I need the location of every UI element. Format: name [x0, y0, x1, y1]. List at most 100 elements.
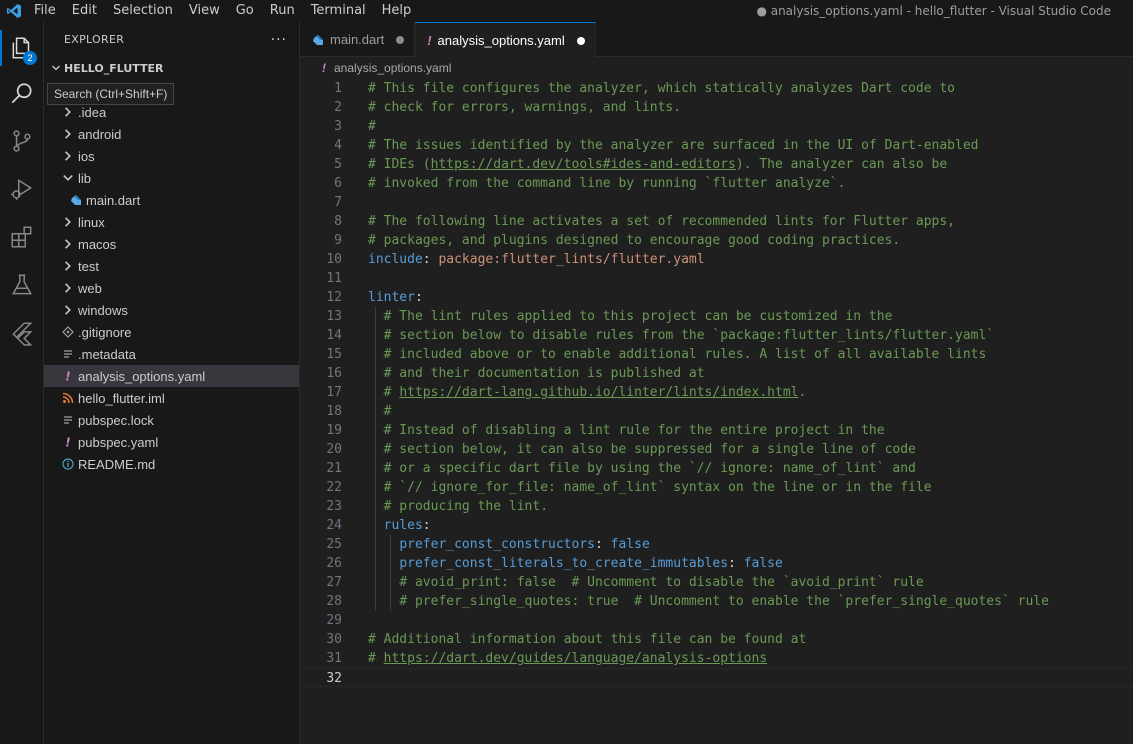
menu-selection[interactable]: Selection [105, 3, 181, 19]
testing-icon[interactable] [0, 263, 44, 307]
code-line[interactable]: 19 # Instead of disabling a lint rule fo… [300, 421, 1133, 440]
unsaved-dot-icon[interactable] [576, 36, 585, 45]
code-line[interactable]: 15 # included above or to enable additio… [300, 345, 1133, 364]
tree-item-label: ios [78, 148, 95, 164]
code-line[interactable]: 13 # The lint rules applied to this proj… [300, 307, 1133, 326]
code-line[interactable]: 21 # or a specific dart file by using th… [300, 459, 1133, 478]
code-line[interactable]: 26 prefer_const_literals_to_create_immut… [300, 554, 1133, 573]
tree-item-label: .metadata [78, 346, 136, 362]
chevron-down-icon [48, 60, 64, 76]
unsaved-dot-icon[interactable] [396, 35, 405, 44]
tree-item[interactable]: test [44, 255, 299, 277]
line-number: 29 [326, 613, 342, 628]
run-debug-icon[interactable] [0, 167, 44, 211]
tree-item-label: android [78, 126, 122, 142]
code-line[interactable]: 8 # The following line activates a set of… [300, 212, 1133, 231]
menu-edit[interactable]: Edit [64, 3, 105, 19]
tab-analysis-options[interactable]: ! analysis_options.yaml [415, 22, 596, 58]
code-line[interactable]: 29 [300, 611, 1133, 630]
menu-view[interactable]: View [181, 3, 228, 19]
code-text: # Additional information about this file… [368, 632, 807, 647]
tree-item[interactable]: windows [44, 299, 299, 321]
tree-item[interactable]: android [44, 123, 299, 145]
breadcrumb-file[interactable]: analysis_options.yaml [334, 61, 451, 75]
code-line[interactable]: 28 # prefer_single_quotes: true # Uncomm… [300, 592, 1133, 611]
menu-terminal[interactable]: Terminal [303, 3, 374, 19]
tree-item[interactable]: .gitignore [44, 321, 299, 343]
tree-item[interactable]: web [44, 277, 299, 299]
code-line[interactable]: 30 # Additional information about this fi… [300, 630, 1133, 649]
code-line[interactable]: 6 # invoked from the command line by runn… [300, 174, 1133, 193]
tree-item[interactable]: README.md [44, 453, 299, 475]
menu-file[interactable]: File [28, 3, 64, 19]
line-number: 32 [326, 671, 342, 686]
code-text: # avoid_print: false # Uncomment to disa… [399, 575, 924, 590]
code-line[interactable]: 12 linter: [300, 288, 1133, 307]
line-number: 25 [326, 537, 342, 552]
search-icon[interactable] [0, 72, 44, 116]
code-editor[interactable]: 1 # This file configures the analyzer, wh… [300, 79, 1133, 744]
tree-item[interactable]: hello_flutter.iml [44, 387, 299, 409]
code-text: prefer_const_constructors: false [399, 537, 650, 552]
code-line[interactable]: 5 # IDEs (https://dart.dev/tools#ides-and… [300, 155, 1133, 174]
chevron-right-icon [60, 104, 76, 120]
code-line[interactable]: 17 # https://dart-lang.github.io/linter/… [300, 383, 1133, 402]
vscode-logo-icon [0, 0, 28, 22]
line-number: 20 [326, 442, 342, 457]
tree-item[interactable]: lib [44, 167, 299, 189]
tree-item[interactable]: ios [44, 145, 299, 167]
tree-item[interactable]: linux [44, 211, 299, 233]
code-text: # section below, it can also be suppress… [383, 442, 916, 457]
tree-item[interactable]: pubspec.lock [44, 409, 299, 431]
code-line[interactable]: 23 # producing the lint. [300, 497, 1133, 516]
flutter-icon[interactable] [0, 311, 44, 355]
code-text: # This file configures the analyzer, whi… [368, 81, 955, 96]
code-line[interactable]: 1 # This file configures the analyzer, wh… [300, 79, 1133, 98]
tree-item[interactable]: main.dart [44, 189, 299, 211]
tree-item[interactable]: ! analysis_options.yaml [44, 365, 299, 387]
code-line[interactable]: 7 [300, 193, 1133, 212]
code-line[interactable]: 27 # avoid_print: false # Uncomment to d… [300, 573, 1133, 592]
project-header[interactable]: HELLO_FLUTTER [44, 57, 299, 79]
code-line[interactable]: 32 [300, 668, 1133, 687]
code-line[interactable]: 24 rules: [300, 516, 1133, 535]
yaml-file-icon: ! [60, 434, 76, 450]
tab-label: analysis_options.yaml [437, 33, 565, 48]
code-line[interactable]: 25 prefer_const_constructors: false [300, 535, 1133, 554]
explorer-sidebar: EXPLORER ··· HELLO_FLUTTER .idea android i… [44, 22, 300, 744]
code-line[interactable]: 11 [300, 269, 1133, 288]
line-number: 7 [334, 195, 342, 210]
menu-run[interactable]: Run [262, 3, 303, 19]
tree-item-label: linux [78, 214, 105, 230]
tab-main-dart[interactable]: main.dart [300, 22, 416, 57]
code-line[interactable]: 31 # https://dart.dev/guides/language/ana… [300, 649, 1133, 668]
line-number: 17 [326, 385, 342, 400]
chevron-down-icon [60, 170, 76, 186]
more-actions-icon[interactable]: ··· [271, 32, 287, 48]
code-line[interactable]: 9 # packages, and plugins designed to enc… [300, 231, 1133, 250]
tree-item[interactable]: ! pubspec.yaml [44, 431, 299, 453]
code-line[interactable]: 2 # check for errors, warnings, and lints… [300, 98, 1133, 117]
tree-item[interactable]: macos [44, 233, 299, 255]
source-control-icon[interactable] [0, 119, 44, 163]
menu-go[interactable]: Go [228, 3, 262, 19]
dart-file-icon [312, 34, 324, 46]
extensions-icon[interactable] [0, 215, 44, 259]
explorer-icon[interactable]: 2 [0, 26, 44, 70]
tree-item[interactable]: .metadata [44, 343, 299, 365]
code-text: # or a specific dart file by using the `… [383, 461, 916, 476]
code-text: rules: [383, 518, 431, 533]
code-line[interactable]: 3 # [300, 117, 1133, 136]
code-line[interactable]: 16 # and their documentation is publishe… [300, 364, 1133, 383]
code-text: # Instead of disabling a lint rule for t… [383, 423, 885, 438]
menu-help[interactable]: Help [374, 3, 420, 19]
code-line[interactable]: 4 # The issues identified by the analyzer… [300, 136, 1133, 155]
code-line[interactable]: 20 # section below, it can also be suppr… [300, 440, 1133, 459]
code-line[interactable]: 22 # `// ignore_for_file: name_of_lint` … [300, 478, 1133, 497]
code-text: # and their documentation is published a… [383, 366, 705, 381]
code-text: # IDEs (https://dart.dev/tools#ides-and-… [368, 157, 948, 172]
code-line[interactable]: 10 include: package:flutter_lints/flutter… [300, 250, 1133, 269]
code-line[interactable]: 14 # section below to disable rules from… [300, 326, 1133, 345]
tree-item-label: analysis_options.yaml [78, 368, 206, 384]
code-line[interactable]: 18 # [300, 402, 1133, 421]
